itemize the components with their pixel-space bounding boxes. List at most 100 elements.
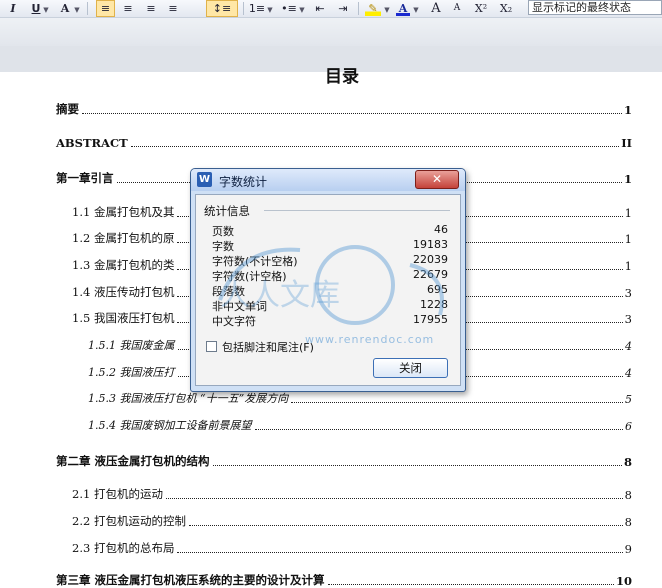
stat-value: 17955 bbox=[413, 313, 448, 326]
toc-page-number: 8 bbox=[623, 455, 632, 469]
toc-entry-text: 1.5.1 我国废金属 bbox=[88, 339, 175, 352]
toc-entry-text: 1.5.4 我国废钢加工设备前景展望 bbox=[88, 419, 252, 432]
stat-value: 695 bbox=[427, 283, 448, 296]
word-count-dialog: W 字数统计 ✕ 统计信息 页数 46 字数 19183 字符数(不计空格) 2203… bbox=[190, 168, 466, 392]
close-button[interactable]: 关闭 bbox=[373, 358, 448, 378]
stat-row: 字符数(不计空格) 22039 bbox=[212, 253, 448, 268]
toc-entry-text: 2.1 打包机的运动 bbox=[72, 487, 163, 501]
stat-row: 字数 19183 bbox=[212, 238, 448, 253]
dialog-titlebar[interactable]: W 字数统计 ✕ bbox=[191, 169, 465, 191]
toc-leader bbox=[188, 525, 623, 526]
toc-page-number: 1 bbox=[624, 232, 632, 246]
justify-button[interactable]: ≡ bbox=[165, 1, 181, 16]
char-shading-dropdown-icon[interactable]: ▼ bbox=[73, 1, 81, 16]
toc-entry-text: 1.5.2 我国液压打 bbox=[88, 366, 175, 379]
toc-entry-text: 第一章引言 bbox=[56, 171, 114, 185]
toc-entry-text: 1.5.3 我国液压打包机 “十一五”发展方向 bbox=[88, 392, 289, 405]
dialog-title: 字数统计 bbox=[219, 175, 268, 189]
numbered-list-dropdown-icon[interactable]: ▼ bbox=[266, 1, 274, 16]
toc-entry-text: 第二章 液压金属打包机的结构 bbox=[56, 454, 210, 468]
underline-dropdown-icon[interactable]: ▼ bbox=[42, 1, 50, 16]
toc-entry[interactable]: 1.5.3 我国液压打包机 “十一五”发展方向 5 bbox=[88, 390, 632, 406]
toc-page-number: 6 bbox=[625, 420, 632, 433]
toc-leader bbox=[212, 465, 622, 466]
highlight-dropdown-icon[interactable]: ▼ bbox=[383, 1, 391, 16]
toolbar-band bbox=[0, 18, 662, 46]
increase-indent-button[interactable]: ⇥ bbox=[335, 1, 351, 16]
toc-entry[interactable]: 摘要 1 bbox=[56, 101, 632, 117]
statistics-group-title: 统计信息 bbox=[204, 204, 250, 218]
toc-entry[interactable]: 2.2 打包机运动的控制 8 bbox=[72, 513, 632, 529]
toc-entry[interactable]: 1.5.4 我国废钢加工设备前景展望 6 bbox=[88, 417, 632, 433]
bullet-list-dropdown-icon[interactable]: ▼ bbox=[298, 1, 306, 16]
toc-entry-text: 1.3 金属打包机的类 bbox=[72, 258, 175, 272]
toc-leader bbox=[254, 429, 623, 430]
stat-row: 中文字符 17955 bbox=[212, 313, 448, 328]
toc-entry-text: 2.3 打包机的总布局 bbox=[72, 541, 175, 555]
stat-row: 段落数 695 bbox=[212, 283, 448, 298]
toc-page-number: 3 bbox=[624, 312, 632, 326]
stat-value: 46 bbox=[434, 223, 448, 236]
stat-value: 19183 bbox=[413, 238, 448, 251]
toc-leader bbox=[327, 584, 614, 585]
stat-label: 字数 bbox=[212, 240, 234, 253]
toc-entry-text: 2.2 打包机运动的控制 bbox=[72, 514, 186, 528]
toc-leader bbox=[82, 113, 622, 114]
wps-writer-icon: W bbox=[197, 172, 212, 187]
toc-page-number: 1 bbox=[624, 259, 632, 273]
italic-button[interactable]: I bbox=[6, 1, 20, 16]
toc-entry[interactable]: 第三章 液压金属打包机液压系统的主要的设计及计算 10 bbox=[56, 572, 632, 588]
font-color-button[interactable]: A bbox=[396, 1, 410, 16]
superscript-button[interactable]: X² bbox=[471, 1, 491, 16]
toc-leader bbox=[165, 498, 623, 499]
toolbar-separator bbox=[358, 2, 359, 15]
toc-leader bbox=[177, 552, 623, 553]
toc-page-number: 3 bbox=[624, 286, 632, 300]
toc-entry[interactable]: 第二章 液压金属打包机的结构 8 bbox=[56, 453, 632, 469]
toc-entry[interactable]: 2.3 打包机的总布局 9 bbox=[72, 540, 632, 556]
track-changes-view-select[interactable]: 显示标记的最终状态 bbox=[528, 0, 662, 15]
toc-entry-text: 摘要 bbox=[56, 102, 79, 116]
stat-label: 字符数(计空格) bbox=[212, 270, 287, 283]
underline-button[interactable]: U bbox=[30, 1, 42, 16]
decrease-indent-button[interactable]: ⇤ bbox=[312, 1, 328, 16]
toc-entry-text: ABSTRACT bbox=[56, 136, 128, 150]
grow-font-button[interactable]: A bbox=[429, 1, 443, 16]
include-notes-label: 包括脚注和尾注(F) bbox=[222, 341, 314, 354]
stat-row: 字符数(计空格) 22679 bbox=[212, 268, 448, 283]
dialog-body: 统计信息 页数 46 字数 19183 字符数(不计空格) 22039 字符数(计空格… bbox=[195, 194, 461, 386]
page-title: 目录 bbox=[325, 67, 359, 87]
toc-entry[interactable]: 2.1 打包机的运动 8 bbox=[72, 486, 632, 502]
bullet-list-button[interactable]: •≡ bbox=[280, 1, 298, 16]
toc-page-number: 1 bbox=[624, 206, 632, 220]
stat-label: 中文字符 bbox=[212, 315, 256, 328]
group-divider bbox=[264, 210, 450, 211]
align-center-button[interactable]: ≡ bbox=[120, 1, 136, 16]
toc-entry[interactable]: ABSTRACT II bbox=[56, 134, 632, 150]
char-shading-button[interactable]: A bbox=[58, 1, 72, 16]
stat-label: 段落数 bbox=[212, 285, 245, 298]
toc-page-number: II bbox=[621, 136, 632, 150]
toc-page-number: 1 bbox=[623, 172, 632, 186]
align-right-button[interactable]: ≡ bbox=[143, 1, 159, 16]
stat-label: 页数 bbox=[212, 225, 234, 238]
numbered-list-button[interactable]: 1≡ bbox=[248, 1, 266, 16]
close-icon[interactable]: ✕ bbox=[415, 170, 459, 189]
toc-entry-text: 1.4 液压传动打包机 bbox=[72, 285, 175, 299]
toc-entry-text: 1.1 金属打包机及其 bbox=[72, 205, 175, 219]
toc-page-number: 4 bbox=[625, 367, 632, 380]
shrink-font-button[interactable]: A bbox=[451, 1, 463, 16]
highlight-button[interactable]: ✎ bbox=[365, 1, 381, 16]
font-color-dropdown-icon[interactable]: ▼ bbox=[412, 1, 420, 16]
line-spacing-button[interactable]: ↕≡ bbox=[206, 0, 238, 17]
stat-value: 1228 bbox=[420, 298, 448, 311]
subscript-button[interactable]: X₂ bbox=[496, 1, 516, 16]
toc-entry-text: 1.5 我国液压打包机 bbox=[72, 311, 175, 325]
stat-value: 22679 bbox=[413, 268, 448, 281]
align-left-button[interactable]: ≡ bbox=[96, 0, 115, 17]
stat-row: 页数 46 bbox=[212, 223, 448, 238]
toc-page-number: 1 bbox=[623, 103, 632, 117]
stat-label: 非中文单词 bbox=[212, 300, 267, 313]
toc-page-number: 8 bbox=[624, 515, 632, 529]
include-notes-checkbox[interactable] bbox=[206, 341, 217, 352]
